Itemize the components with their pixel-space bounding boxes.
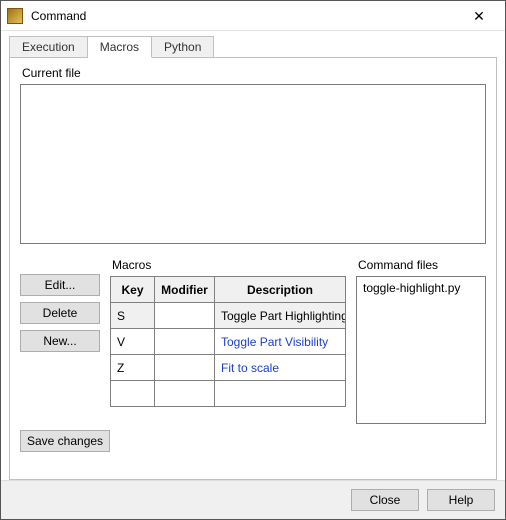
macros-section-label: Macros: [112, 258, 346, 272]
table-header-row: Key Modifier Description: [111, 277, 346, 303]
current-file-textarea[interactable]: [20, 84, 486, 244]
cell-modifier: [155, 303, 215, 329]
close-icon[interactable]: ✕: [459, 2, 499, 30]
delete-button[interactable]: Delete: [20, 302, 100, 324]
window-title: Command: [31, 9, 459, 23]
macros-section: Macros Key Modifier Description S: [110, 258, 346, 407]
help-button[interactable]: Help: [427, 489, 495, 511]
dialog-footer: Close Help: [1, 480, 505, 519]
tab-python[interactable]: Python: [152, 36, 214, 58]
cell-key: V: [111, 329, 155, 355]
cell-description: Toggle Part Highlighting: [215, 303, 346, 329]
tab-execution[interactable]: Execution: [9, 36, 88, 58]
save-changes-button[interactable]: Save changes: [20, 430, 110, 452]
list-item[interactable]: toggle-highlight.py: [363, 281, 479, 295]
tab-macros[interactable]: Macros: [88, 36, 152, 58]
macro-action-buttons: Edit... Delete New...: [20, 258, 100, 352]
app-icon: [7, 8, 23, 24]
cell-modifier: [155, 329, 215, 355]
titlebar: Command ✕: [1, 1, 505, 31]
cell-description: [215, 381, 346, 407]
cell-modifier: [155, 381, 215, 407]
command-files-list[interactable]: toggle-highlight.py: [356, 276, 486, 424]
macros-table[interactable]: Key Modifier Description S Toggle Part H…: [110, 276, 346, 407]
tab-panel-macros: Current file Edit... Delete New... Macro…: [9, 57, 497, 480]
col-key: Key: [111, 277, 155, 303]
table-row[interactable]: [111, 381, 346, 407]
current-file-label: Current file: [22, 66, 486, 80]
cell-key: S: [111, 303, 155, 329]
cell-description[interactable]: Fit to scale: [215, 355, 346, 381]
cell-description[interactable]: Toggle Part Visibility: [215, 329, 346, 355]
table-row[interactable]: V Toggle Part Visibility: [111, 329, 346, 355]
dialog-content: Execution Macros Python Current file Edi…: [1, 31, 505, 480]
table-row[interactable]: Z Fit to scale: [111, 355, 346, 381]
cell-key: [111, 381, 155, 407]
edit-button[interactable]: Edit...: [20, 274, 100, 296]
cell-key: Z: [111, 355, 155, 381]
command-files-label: Command files: [358, 258, 486, 272]
command-files-section: Command files toggle-highlight.py: [356, 258, 486, 424]
table-row[interactable]: S Toggle Part Highlighting: [111, 303, 346, 329]
col-description: Description: [215, 277, 346, 303]
tabstrip: Execution Macros Python: [9, 35, 497, 57]
close-button[interactable]: Close: [351, 489, 419, 511]
new-button[interactable]: New...: [20, 330, 100, 352]
col-modifier: Modifier: [155, 277, 215, 303]
cell-modifier: [155, 355, 215, 381]
